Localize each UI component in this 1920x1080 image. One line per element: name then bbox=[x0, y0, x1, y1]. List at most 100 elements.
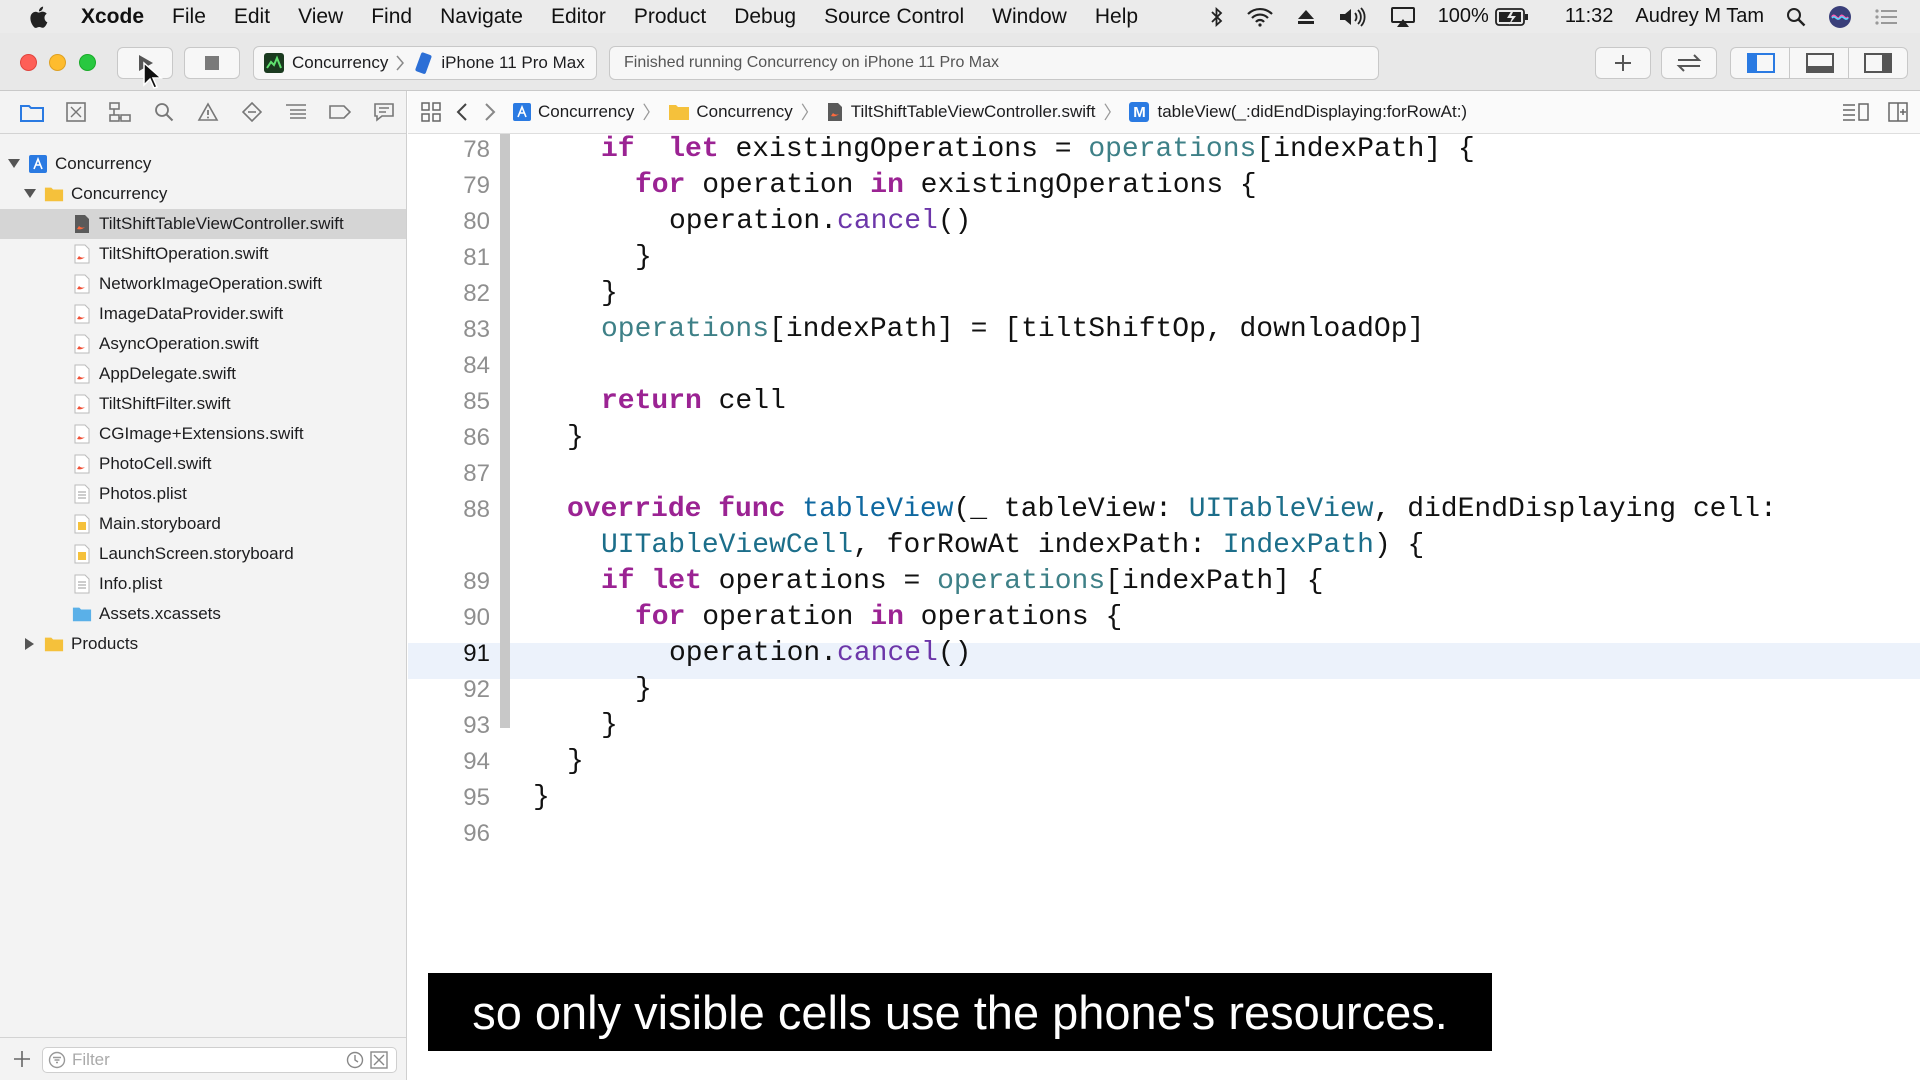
library-button[interactable] bbox=[1595, 47, 1651, 79]
file-tree-row[interactable]: NetworkImageOperation.swift bbox=[0, 269, 406, 299]
menu-editor[interactable]: Editor bbox=[551, 5, 606, 29]
code-line[interactable]: for operation in operations { bbox=[635, 600, 1122, 636]
menu-view[interactable]: View bbox=[298, 5, 343, 29]
code-line[interactable]: if let existingOperations = operations[i… bbox=[601, 132, 1475, 168]
menu-product[interactable]: Product bbox=[634, 5, 706, 29]
code-line[interactable]: operation.cancel() bbox=[669, 636, 971, 672]
clock[interactable]: 11:32 bbox=[1565, 5, 1614, 28]
breadcrumb-method[interactable]: M tableView(_:didEndDisplaying:forRowAt:… bbox=[1129, 102, 1467, 122]
code-line[interactable]: return cell bbox=[601, 384, 786, 420]
file-tree-row[interactable]: Concurrency bbox=[0, 149, 406, 179]
disclosure-closed-icon[interactable] bbox=[22, 638, 38, 650]
debug-navigator-tab-list-icon[interactable] bbox=[274, 97, 318, 127]
scheme-name[interactable]: Concurrency bbox=[292, 53, 388, 73]
file-tree-row[interactable]: Main.storyboard bbox=[0, 509, 406, 539]
disclosure-open-icon[interactable] bbox=[6, 159, 22, 169]
source-control-filter-icon[interactable] bbox=[370, 1051, 388, 1069]
code-line[interactable]: } bbox=[567, 420, 584, 456]
code-line[interactable]: UITableViewCell, forRowAt indexPath: Ind… bbox=[601, 528, 1424, 564]
file-tree-row[interactable]: Concurrency bbox=[0, 179, 406, 209]
editor-options-icon[interactable] bbox=[1842, 102, 1870, 122]
apple-menu-icon[interactable] bbox=[29, 0, 59, 33]
breadcrumb-file[interactable]: TiltShiftTableViewController.swift bbox=[827, 102, 1095, 122]
code-line[interactable]: operations[indexPath] = [tiltShiftOp, do… bbox=[601, 312, 1424, 348]
file-tree-row[interactable]: LaunchScreen.storyboard bbox=[0, 539, 406, 569]
menu-file[interactable]: File bbox=[172, 5, 206, 29]
disclosure-open-icon[interactable] bbox=[22, 189, 38, 199]
file-tree-row[interactable]: PhotoCell.swift bbox=[0, 449, 406, 479]
user-name[interactable]: Audrey M Tam bbox=[1635, 5, 1764, 28]
code-line[interactable]: } bbox=[567, 744, 584, 780]
menu-navigate[interactable]: Navigate bbox=[440, 5, 523, 29]
code-line[interactable]: } bbox=[533, 780, 550, 816]
go-back-chevron-icon[interactable] bbox=[456, 102, 468, 122]
status-area: 100% 11:32 Audrey M Tam bbox=[1210, 0, 1920, 33]
code-folding-ribbon[interactable] bbox=[500, 134, 510, 728]
menu-help[interactable]: Help bbox=[1095, 5, 1138, 29]
report-navigator-tab-bubble-icon[interactable] bbox=[362, 97, 406, 127]
code-line[interactable]: } bbox=[635, 672, 652, 708]
menu-find[interactable]: Find bbox=[371, 5, 412, 29]
battery-icon[interactable] bbox=[1494, 7, 1529, 26]
file-tree-row[interactable]: ImageDataProvider.swift bbox=[0, 299, 406, 329]
menu-edit[interactable]: Edit bbox=[234, 5, 270, 29]
menu-source-control[interactable]: Source Control bbox=[824, 5, 964, 29]
menu-app-name[interactable]: Xcode bbox=[81, 5, 144, 29]
menu-debug[interactable]: Debug bbox=[734, 5, 796, 29]
file-tree-row[interactable]: CGImage+Extensions.swift bbox=[0, 419, 406, 449]
file-tree-row[interactable]: AppDelegate.swift bbox=[0, 359, 406, 389]
issue-navigator-tab-warning-icon[interactable] bbox=[186, 97, 230, 127]
minimize-window-button[interactable] bbox=[49, 54, 66, 71]
eject-icon[interactable] bbox=[1296, 8, 1316, 26]
find-navigator-tab-search-icon[interactable] bbox=[142, 97, 186, 127]
toggle-debug-area-button[interactable] bbox=[1789, 47, 1849, 79]
symbol-navigator-tab-icon[interactable] bbox=[98, 97, 142, 127]
close-window-button[interactable] bbox=[20, 54, 37, 71]
add-file-plus-icon[interactable] bbox=[12, 1049, 32, 1069]
add-editor-split-icon[interactable] bbox=[1888, 102, 1908, 122]
breakpoint-navigator-tab-tag-icon[interactable] bbox=[318, 97, 362, 127]
code-line[interactable]: if let operations = operations[indexPath… bbox=[601, 564, 1324, 600]
breadcrumb-project[interactable]: Concurrency bbox=[512, 102, 634, 122]
test-navigator-tab-diamond-icon[interactable] bbox=[230, 97, 274, 127]
toggle-inspector-button[interactable] bbox=[1848, 47, 1908, 79]
project-navigator-tab-folder-icon[interactable] bbox=[10, 97, 54, 127]
zoom-window-button[interactable] bbox=[79, 54, 96, 71]
file-tree-row[interactable]: Photos.plist bbox=[0, 479, 406, 509]
toggle-navigator-button[interactable] bbox=[1730, 47, 1790, 79]
siri-icon[interactable] bbox=[1828, 5, 1852, 29]
destination-name[interactable]: iPhone 11 Pro Max bbox=[441, 53, 584, 73]
file-tree-row[interactable]: TiltShiftTableViewController.swift bbox=[0, 209, 406, 239]
menu-window[interactable]: Window bbox=[992, 5, 1067, 29]
stop-button[interactable] bbox=[184, 47, 240, 79]
code-review-button[interactable] bbox=[1661, 47, 1717, 79]
plist-file-icon bbox=[72, 574, 92, 594]
bluetooth-icon[interactable] bbox=[1210, 6, 1224, 28]
code-line[interactable]: override func tableView(_ tableView: UIT… bbox=[567, 492, 1777, 528]
scheme-selector[interactable]: Concurrency iPhone 11 Pro Max bbox=[253, 46, 597, 80]
go-forward-chevron-icon[interactable] bbox=[484, 102, 496, 122]
related-items-grid-icon[interactable] bbox=[420, 101, 442, 123]
file-tree-row[interactable]: AsyncOperation.swift bbox=[0, 329, 406, 359]
file-tree-row[interactable]: TiltShiftOperation.swift bbox=[0, 239, 406, 269]
volume-icon[interactable] bbox=[1338, 6, 1368, 28]
source-control-tab-icon[interactable] bbox=[54, 97, 98, 127]
source-editor[interactable]: 78 if let existingOperations = operations… bbox=[408, 134, 1920, 1080]
filter-field[interactable]: Filter bbox=[42, 1047, 397, 1073]
code-line[interactable]: for operation in existingOperations { bbox=[635, 168, 1257, 204]
notification-center-icon[interactable] bbox=[1874, 7, 1898, 27]
file-tree-row[interactable]: TiltShiftFilter.swift bbox=[0, 389, 406, 419]
airplay-icon[interactable] bbox=[1390, 6, 1416, 28]
wifi-icon[interactable] bbox=[1246, 7, 1274, 27]
file-tree-row[interactable]: Info.plist bbox=[0, 569, 406, 599]
code-line[interactable]: } bbox=[601, 276, 618, 312]
spotlight-search-icon[interactable] bbox=[1786, 7, 1806, 27]
code-line[interactable]: operation.cancel() bbox=[669, 204, 971, 240]
recent-files-clock-icon[interactable] bbox=[346, 1051, 364, 1069]
code-line[interactable]: } bbox=[601, 708, 618, 744]
file-tree-row[interactable]: Assets.xcassets bbox=[0, 599, 406, 629]
line-number: 79 bbox=[463, 172, 490, 199]
breadcrumb-group[interactable]: Concurrency bbox=[668, 102, 793, 122]
file-tree-row[interactable]: Products bbox=[0, 629, 406, 659]
code-line[interactable]: } bbox=[635, 240, 652, 276]
